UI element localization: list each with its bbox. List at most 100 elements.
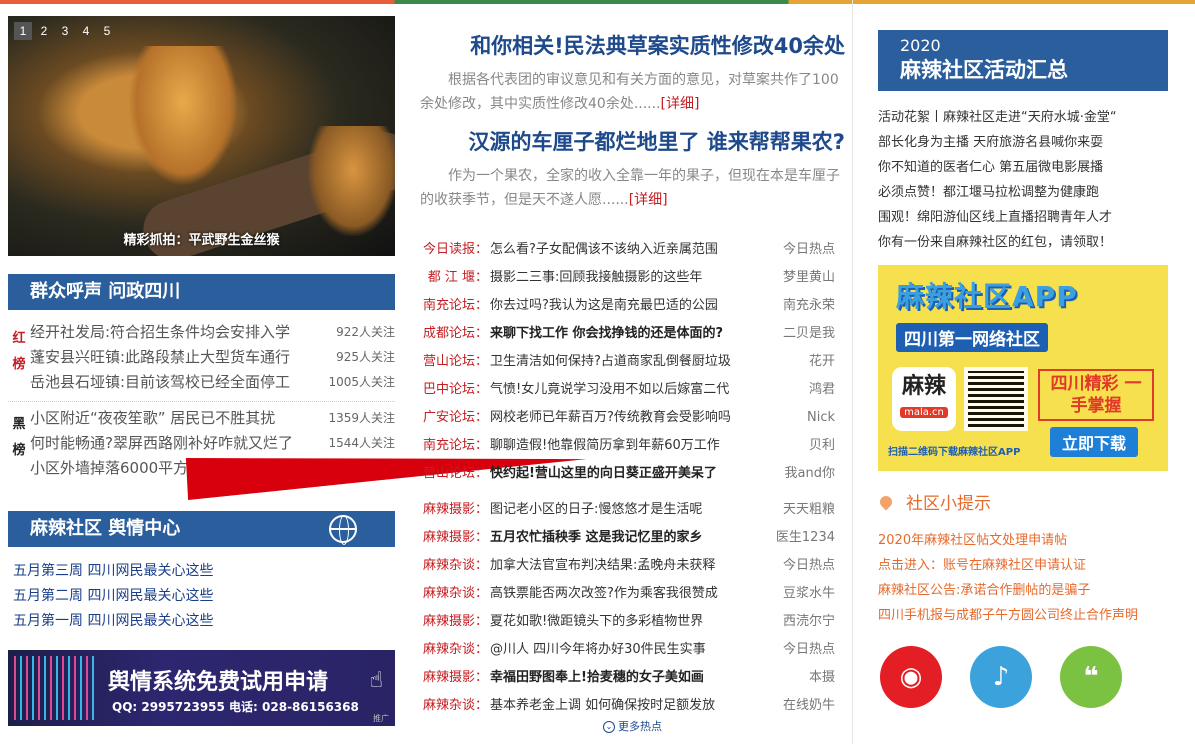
news-item[interactable]: 营山论坛： 卫生清洁如何保持?占道商家乱倒餐厨垃圾 花开 [420,348,845,376]
news-title[interactable]: 聊聊造假!他靠假简历拿到年薪60万工作 [490,432,765,460]
list-item[interactable]: 围观！绵阳游仙区线上直播招聘青年人才 [878,205,1168,230]
list-item[interactable]: 必须点赞！都江堰马拉松调整为健康跑 [878,180,1168,205]
news-category[interactable]: 麻辣杂谈： [420,552,490,580]
app-download-banner[interactable]: 麻辣社区APP 四川第一网络社区 麻辣 mala.cn 四川精彩 一手掌握 扫描… [878,265,1168,471]
news-author[interactable]: 花开 [765,348,835,376]
news-item[interactable]: 麻辣杂谈： 高铁票能否两次改签?作为乘客我很赞成 豆浆水牛 [420,580,845,608]
news-item[interactable]: 麻辣摄影： 幸福田野图奉上!拾麦穗的女子美如画 本摄 [420,664,845,692]
news-item[interactable]: 巴中论坛： 气愤!女儿竟说学习没用不如以后嫁富二代 鸿君 [420,376,845,404]
news-item[interactable]: 南充论坛： 你去过吗?我认为这是南充最巴适的公园 南充永荣 [420,292,845,320]
news-title[interactable]: 来聊下找工作 你会找挣钱的还是体面的? [490,320,765,348]
news-author[interactable]: 豆浆水牛 [765,580,835,608]
qq-icon[interactable]: ♪ [970,646,1032,708]
slider-dot[interactable]: 1 [14,22,32,40]
list-item[interactable]: 五月第一周 四川网民最关心这些 [13,609,395,634]
news-category[interactable]: 都 江 堰： [420,264,490,292]
news-category[interactable]: 麻辣杂谈： [420,692,490,720]
news-title[interactable]: 高铁票能否两次改签?作为乘客我很赞成 [490,580,765,608]
news-category[interactable]: 麻辣摄影： [420,664,490,692]
list-item[interactable]: 部长化身为主播 天府旅游名县喊你来耍 [878,130,1168,155]
list-item[interactable]: 岳池县石垭镇:目前该驾校已经全面停工 1005人关注 [30,370,395,395]
news-category[interactable]: 南充论坛： [420,432,490,460]
wechat-icon[interactable]: ❝ [1060,646,1122,708]
news-item[interactable]: 成都论坛： 来聊下找工作 你会找挣钱的还是体面的? 二贝是我 [420,320,845,348]
list-item-title[interactable]: 蓬安县兴旺镇:此路段禁止大型货车通行 [30,345,315,370]
news-title[interactable]: 夏花如歌!微距镜头下的多彩植物世界 [490,608,765,636]
news-item[interactable]: 麻辣杂谈： 基本养老金上调 如何确保按时足额发放 在线奶牛 [420,692,845,720]
news-title[interactable]: 怎么看?子女配偶该不该纳入近亲属范围 [490,236,765,264]
list-item[interactable]: 蓬安县兴旺镇:此路段禁止大型货车通行 925人关注 [30,345,395,370]
news-category[interactable]: 今日读报： [420,236,490,264]
news-title[interactable]: 你去过吗?我认为这是南充最巴适的公园 [490,292,765,320]
list-item[interactable]: 你不知道的医者仁心 第五届微电影展播 [878,155,1168,180]
slider-dot[interactable]: 4 [77,22,95,40]
section-title-wenzheng[interactable]: 群众呼声 问政四川 [8,274,395,310]
news-author[interactable]: 鸿君 [765,376,835,404]
slider-dot[interactable]: 2 [35,22,53,40]
activity-title[interactable]: 2020 麻辣社区活动汇总 [878,30,1168,91]
news-author[interactable]: 我and你 [765,460,835,488]
list-item[interactable]: 经开社发局:符合招生条件均会安排入学 922人关注 [30,320,395,345]
news-author[interactable]: 今日热点 [765,236,835,264]
slider-dot[interactable]: 3 [56,22,74,40]
news-category[interactable]: 广安论坛： [420,404,490,432]
news-category[interactable]: 营山论坛： [420,460,490,488]
section-title-yuqing[interactable]: 麻辣社区 舆情中心 [8,511,395,547]
list-item[interactable]: 四川手机报与成都子午方圆公司终止合作声明 [878,603,1168,628]
news-author[interactable]: 医生1234 [765,524,835,552]
news-title[interactable]: 摄影二三事:回顾我接触摄影的这些年 [490,264,765,292]
list-item-title[interactable]: 经开社发局:符合招生条件均会安排入学 [30,320,315,345]
news-author[interactable]: 今日热点 [765,552,835,580]
news-title[interactable]: 加拿大法官宣布判决结果:孟晚舟未获释 [490,552,765,580]
list-item[interactable]: 2020年麻辣社区帖文处理申请帖 [878,528,1168,553]
news-item[interactable]: 麻辣杂谈： @川人 四川今年将办好30件民生实事 今日热点 [420,636,845,664]
slider-dot[interactable]: 5 [98,22,116,40]
weibo-icon[interactable]: ◉ [880,646,942,708]
list-item-title[interactable]: 岳池县石垭镇:目前该驾校已经全面停工 [30,370,315,395]
news-author[interactable]: 在线奶牛 [765,692,835,720]
news-category[interactable]: 麻辣摄影： [420,608,490,636]
news-author[interactable]: 天天粗粮 [765,496,835,524]
headline-1[interactable]: 和你相关!民法典草案实质性修改40余处 [420,30,845,60]
news-author[interactable]: 贝利 [765,432,835,460]
news-item[interactable]: 广安论坛： 网校老师已年薪百万?传统教育会受影响吗 Nick [420,404,845,432]
list-item[interactable]: 小区附近“夜夜笙歌” 居民已不胜其扰 1359人关注 [30,406,395,431]
detail-link[interactable]: [详细] [629,192,668,208]
list-item[interactable]: 你有一份来自麻辣社区的红包，请领取！ [878,230,1168,255]
download-button[interactable]: 立即下载 [1050,427,1139,457]
news-title[interactable]: 图记老小区的日子:慢悠悠才是生活呢 [490,496,765,524]
news-item[interactable]: 麻辣摄影： 夏花如歌!微距镜头下的多彩植物世界 西涜尔宁 [420,608,845,636]
slider-caption[interactable]: 精彩抓拍：平武野生金丝猴 [8,229,395,248]
list-item-title[interactable]: 小区附近“夜夜笙歌” 居民已不胜其扰 [30,406,315,431]
news-item[interactable]: 都 江 堰： 摄影二三事:回顾我接触摄影的这些年 梦里黄山 [420,264,845,292]
news-title[interactable]: 基本养老金上调 如何确保按时足额发放 [490,692,765,720]
news-category[interactable]: 麻辣摄影： [420,524,490,552]
news-category[interactable]: 南充论坛： [420,292,490,320]
photo-slider[interactable]: 1 2 3 4 5 精彩抓拍：平武野生金丝猴 [8,16,395,256]
more-hot-link[interactable]: ⌄ 更多热点 [420,718,845,734]
news-title[interactable]: 五月农忙插秧季 这是我记忆里的家乡 [490,524,765,552]
list-item[interactable]: 麻辣社区公告:承诺合作删帖的是骗子 [878,578,1168,603]
news-title[interactable]: 气愤!女儿竟说学习没用不如以后嫁富二代 [490,376,765,404]
news-item[interactable]: 麻辣摄影： 图记老小区的日子:慢悠悠才是生活呢 天天粗粮 [420,496,845,524]
news-item[interactable]: 营山论坛： 快约起!营山这里的向日葵正盛开美呆了 我and你 [420,460,845,488]
news-category[interactable]: 巴中论坛： [420,376,490,404]
list-item[interactable]: 五月第二周 四川网民最关心这些 [13,584,395,609]
news-author[interactable]: 南充永荣 [765,292,835,320]
news-item[interactable]: 麻辣摄影： 五月农忙插秧季 这是我记忆里的家乡 医生1234 [420,524,845,552]
news-category[interactable]: 麻辣杂谈： [420,636,490,664]
news-author[interactable]: 今日热点 [765,636,835,664]
news-author[interactable]: Nick [765,404,835,432]
list-item[interactable]: 活动花絮丨麻辣社区走进“天府水城·金堂“ [878,105,1168,130]
news-author[interactable]: 西涜尔宁 [765,608,835,636]
news-author[interactable]: 本摄 [765,664,835,692]
news-title[interactable]: @川人 四川今年将办好30件民生实事 [490,636,765,664]
news-item[interactable]: 今日读报： 怎么看?子女配偶该不该纳入近亲属范围 今日热点 [420,236,845,264]
news-category[interactable]: 营山论坛： [420,348,490,376]
news-title[interactable]: 卫生清洁如何保持?占道商家乱倒餐厨垃圾 [490,348,765,376]
news-author[interactable]: 二贝是我 [765,320,835,348]
news-category[interactable]: 麻辣摄影： [420,496,490,524]
news-title[interactable]: 网校老师已年薪百万?传统教育会受影响吗 [490,404,765,432]
news-category[interactable]: 麻辣杂谈： [420,580,490,608]
list-item-title[interactable]: 何时能畅通?翠屏西路刚补好咋就又烂了 [30,431,315,456]
